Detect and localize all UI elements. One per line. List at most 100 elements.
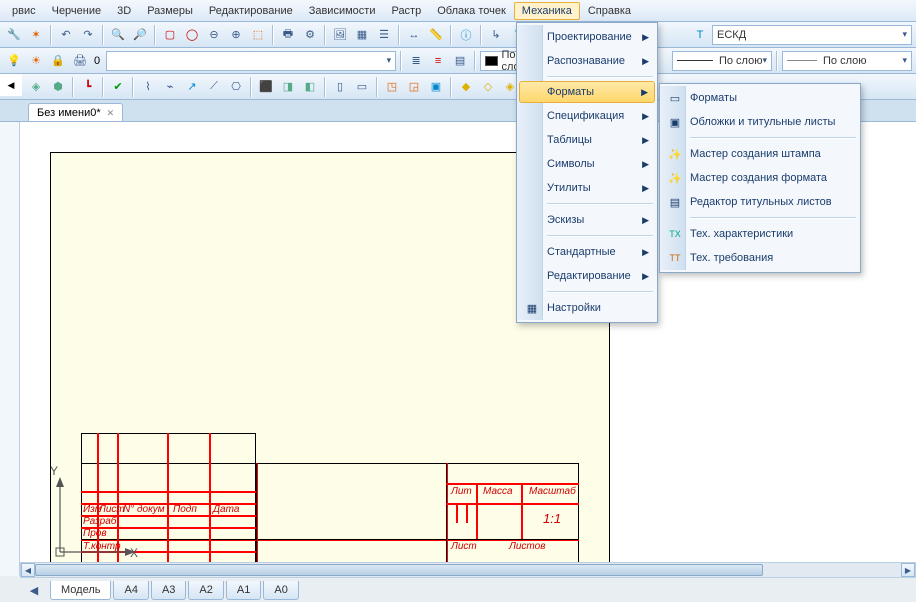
redo-icon[interactable]: ↷ bbox=[78, 25, 98, 45]
submenu-item-tech-reqs[interactable]: TT Тех. требования bbox=[662, 246, 858, 270]
ruler-icon[interactable]: ↔ bbox=[404, 25, 424, 45]
menu-item[interactable]: рвис bbox=[4, 2, 44, 20]
layers-icon[interactable]: ≣ bbox=[406, 51, 426, 71]
document-tab[interactable]: Без имени0* ✕ bbox=[28, 103, 123, 121]
image-icon[interactable]: 🖼 bbox=[330, 25, 350, 45]
menu-item-utilities[interactable]: Утилиты▶ bbox=[519, 176, 655, 200]
obj2-icon[interactable]: ◲ bbox=[404, 77, 424, 97]
scroll-right-button[interactable]: ▶ bbox=[901, 563, 915, 577]
menu-item[interactable]: Облака точек bbox=[429, 2, 514, 20]
measure-icon[interactable]: 📏 bbox=[426, 25, 446, 45]
layout-tab[interactable]: A3 bbox=[151, 581, 186, 600]
tab-left-arrow[interactable]: ◀ bbox=[0, 74, 22, 96]
submenu-item-covers[interactable]: ▣ Обложки и титульные листы bbox=[662, 110, 858, 134]
bulb-icon[interactable]: 💡 bbox=[4, 51, 24, 71]
layer-combo[interactable]: ▾ bbox=[106, 51, 396, 71]
stack2-icon[interactable]: ▭ bbox=[352, 77, 372, 97]
cube3-icon[interactable]: ⬢ bbox=[48, 77, 68, 97]
menu-item-editing[interactable]: Редактирование▶ bbox=[519, 264, 655, 288]
box3-icon[interactable]: ◧ bbox=[300, 77, 320, 97]
cube2-icon[interactable]: ◈ bbox=[26, 77, 46, 97]
layout-tab[interactable]: Модель bbox=[50, 581, 111, 600]
menu-item-specification[interactable]: Спецификация▶ bbox=[519, 104, 655, 128]
layout-tab[interactable]: A4 bbox=[113, 581, 148, 600]
text-L-icon[interactable]: ↳ bbox=[486, 25, 506, 45]
text-T2-icon[interactable]: T bbox=[690, 25, 710, 45]
print2-icon[interactable]: 🖨 bbox=[70, 51, 90, 71]
layout-nav-left[interactable]: ◀ bbox=[24, 580, 44, 600]
wire3-icon[interactable]: ↗ bbox=[182, 77, 202, 97]
scrollbar-horizontal[interactable]: ◀ ▶ bbox=[20, 562, 916, 578]
menu-item-formats[interactable]: Форматы▶ bbox=[519, 81, 655, 103]
scroll-left-button[interactable]: ◀ bbox=[21, 563, 35, 577]
layers2-icon[interactable]: ≡ bbox=[428, 51, 448, 71]
wire1-icon[interactable]: ⌇ bbox=[138, 77, 158, 97]
undo-icon[interactable]: ↶ bbox=[56, 25, 76, 45]
layout-tab[interactable]: A1 bbox=[226, 581, 261, 600]
zoom-all-icon[interactable]: 🔎 bbox=[130, 25, 150, 45]
submenu-item-tech-chars[interactable]: TX Тех. характеристики bbox=[662, 222, 858, 246]
box-icon[interactable]: ▢ bbox=[160, 25, 180, 45]
menu-item[interactable]: Зависимости bbox=[301, 2, 384, 20]
box2-icon[interactable]: ◨ bbox=[278, 77, 298, 97]
layers3-icon[interactable]: ▤ bbox=[450, 51, 470, 71]
menu-item-symbols[interactable]: Символы ▶ bbox=[519, 152, 655, 176]
ucs-y-label: Y bbox=[50, 464, 58, 478]
menu-item-standard[interactable]: Стандартные▶ bbox=[519, 240, 655, 264]
close-icon[interactable]: ✕ bbox=[107, 108, 115, 119]
menu-item-label: Символы bbox=[547, 158, 595, 170]
eskd-combo[interactable]: ЕСКД ▾ bbox=[712, 25, 912, 45]
settings-icon[interactable]: ⚙ bbox=[300, 25, 320, 45]
wrench-icon[interactable]: 🔧 bbox=[4, 25, 24, 45]
s2-icon[interactable]: ◇ bbox=[478, 77, 498, 97]
separator bbox=[398, 25, 400, 45]
obj3-icon[interactable]: ▣ bbox=[426, 77, 446, 97]
menu-item[interactable]: 3D bbox=[109, 2, 139, 20]
zoom-window-icon[interactable]: 🔍 bbox=[108, 25, 128, 45]
check-icon[interactable]: ✶ bbox=[26, 25, 46, 45]
menu-item-tables[interactable]: Таблицы▶ bbox=[519, 128, 655, 152]
menu-item[interactable]: Растр bbox=[383, 2, 429, 20]
menu-item[interactable]: Размеры bbox=[139, 2, 201, 20]
menu-item-sketches[interactable]: Эскизы▶ bbox=[519, 208, 655, 232]
list-icon[interactable]: ☰ bbox=[374, 25, 394, 45]
obj1-icon[interactable]: ◳ bbox=[382, 77, 402, 97]
stack1-icon[interactable]: ▯ bbox=[330, 77, 350, 97]
print-icon[interactable]: 🖶 bbox=[278, 25, 298, 45]
menu-item[interactable]: Справка bbox=[580, 2, 639, 20]
menu-item-active[interactable]: Механика bbox=[514, 2, 580, 20]
stamp-list2: Лист bbox=[451, 541, 477, 552]
check-green-icon[interactable]: ✔ bbox=[108, 77, 128, 97]
sun-icon[interactable]: ☀ bbox=[26, 51, 46, 71]
layout-tab[interactable]: A0 bbox=[263, 581, 298, 600]
separator bbox=[400, 51, 402, 71]
submenu-item-stamp-wizard[interactable]: ✨ Мастер создания штампа bbox=[662, 142, 858, 166]
submenu-item-formats[interactable]: ▭ Форматы bbox=[662, 86, 858, 110]
menu-item[interactable]: Черчение bbox=[44, 2, 110, 20]
circle-icon[interactable]: ◯ bbox=[182, 25, 202, 45]
menu-item-settings[interactable]: ▦ Настройки bbox=[519, 296, 655, 320]
scroll-thumb[interactable] bbox=[35, 564, 763, 576]
wire4-icon[interactable]: ⟋ bbox=[204, 77, 224, 97]
s1-icon[interactable]: ◆ bbox=[456, 77, 476, 97]
axis-icon[interactable]: ┗ bbox=[78, 77, 98, 97]
lock-icon[interactable]: 🔒 bbox=[48, 51, 68, 71]
wire5-icon[interactable]: ⎔ bbox=[226, 77, 246, 97]
submenu-item-format-wizard[interactable]: ✨ Мастер создания формата bbox=[662, 166, 858, 190]
info-icon[interactable]: ⓘ bbox=[456, 25, 476, 45]
menu-item-design[interactable]: Проектирование▶ bbox=[519, 25, 655, 49]
linetype-bylayer-combo[interactable]: По слою ▾ bbox=[672, 51, 772, 71]
pan-icon[interactable]: ⬚ bbox=[248, 25, 268, 45]
chevron-right-icon: ▶ bbox=[642, 159, 649, 170]
box1-icon[interactable]: ⬛ bbox=[256, 77, 276, 97]
zoom-out-icon[interactable]: ⊖ bbox=[204, 25, 224, 45]
lineweight-bylayer-combo[interactable]: По слою ▾ bbox=[782, 51, 912, 71]
submenu-item-title-editor[interactable]: ▤ Редактор титульных листов bbox=[662, 190, 858, 214]
menu-item-label: Редактирование bbox=[547, 270, 631, 282]
menu-item[interactable]: Редактирование bbox=[201, 2, 301, 20]
layout-icon[interactable]: ▦ bbox=[352, 25, 372, 45]
zoom-in-icon[interactable]: ⊕ bbox=[226, 25, 246, 45]
layout-tab[interactable]: A2 bbox=[188, 581, 223, 600]
wire2-icon[interactable]: ⌁ bbox=[160, 77, 180, 97]
menu-item-recognition[interactable]: Распознавание▶ bbox=[519, 49, 655, 73]
